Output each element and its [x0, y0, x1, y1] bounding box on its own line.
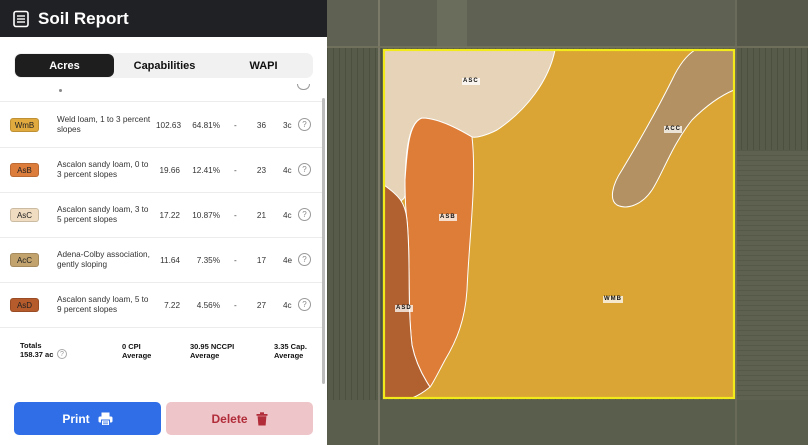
document-icon [13, 10, 29, 27]
totals-cpi-sub: Average [122, 350, 152, 360]
soil-acres: 17.22 [159, 211, 181, 220]
trash-icon [256, 411, 268, 425]
soil-capability: 4c [283, 166, 292, 175]
page-title: Soil Report [38, 8, 129, 28]
tab-bar: Acres Capabilities WAPI [14, 53, 313, 78]
soil-code-badge: AsC [10, 208, 39, 222]
soil-code-badge: AsB [10, 163, 39, 177]
soil-cpi: - [234, 166, 237, 175]
map-canvas [327, 0, 808, 445]
soil-percent: 10.87% [192, 211, 220, 220]
soil-cpi: - [234, 301, 237, 310]
soil-nccpi: 36 [256, 121, 266, 130]
delete-button-label: Delete [211, 411, 248, 426]
printer-icon [98, 412, 113, 426]
map-label-acc: ACC [664, 126, 682, 133]
soil-percent: 4.56% [196, 301, 220, 310]
map-label-asd: ASD [395, 305, 413, 312]
print-button-label: Print [62, 411, 90, 426]
tab-capabilities[interactable]: Capabilities [115, 53, 214, 78]
soil-acres: 11.64 [160, 256, 180, 265]
soil-capability: 3c [283, 121, 292, 130]
partial-text [59, 89, 62, 92]
soil-code-badge: WmB [10, 118, 39, 132]
map-label-asc: ASC [462, 78, 480, 85]
soil-percent: 7.35% [196, 256, 220, 265]
soil-description: Ascalon sandy loam, 0 to 3 percent slope… [57, 160, 149, 179]
soil-description: Ascalon sandy loam, 3 to 5 percent slope… [57, 205, 149, 224]
soil-list: WmB Weld loam, 1 to 3 percent slopes 102… [0, 84, 322, 334]
soil-capability: 4c [283, 211, 292, 220]
soil-acres: 19.66 [159, 166, 181, 175]
help-icon[interactable]: ? [298, 163, 311, 176]
delete-button[interactable]: Delete [166, 402, 313, 435]
print-button[interactable]: Print [14, 402, 161, 435]
totals-row: Totals 158.37 ac ? 0 CPI Average 30.95 N… [0, 335, 322, 370]
soil-acres: 7.22 [164, 301, 180, 310]
help-icon[interactable]: ? [298, 118, 311, 131]
soil-description: Adena-Colby association, gently sloping [57, 250, 150, 269]
soil-capability: 4c [283, 301, 292, 310]
totals-label: Totals [20, 341, 42, 350]
help-icon[interactable]: ? [298, 208, 311, 221]
tab-acres[interactable]: Acres [15, 54, 114, 77]
soil-description: Weld loam, 1 to 3 percent slopes [57, 115, 151, 134]
help-icon[interactable]: ? [298, 298, 311, 311]
totals-nccpi-sub: Average [190, 350, 220, 360]
soil-nccpi: 27 [256, 301, 266, 310]
totals-nccpi: 30.95 NCCPI Average [190, 342, 234, 360]
list-item-partial [0, 84, 322, 102]
help-icon[interactable] [297, 84, 310, 90]
field-patch [737, 0, 808, 48]
map-label-wmb: WMB [603, 296, 623, 303]
totals-capability: 3.35 Cap. Average [274, 342, 307, 360]
soil-code-badge: AcC [10, 253, 39, 267]
list-item: AsD Ascalon sandy loam, 5 to 9 percent s… [0, 283, 322, 328]
soil-nccpi: 21 [256, 211, 266, 220]
soil-code-badge: AsD [10, 298, 39, 312]
totals-cpi: 0 CPI Average [122, 342, 152, 360]
soil-percent: 64.81% [192, 121, 220, 130]
scrollbar[interactable] [322, 98, 325, 384]
soil-report-panel: Soil Report Acres Capabilities WAPI WmB … [0, 0, 327, 445]
list-item: WmB Weld loam, 1 to 3 percent slopes 102… [0, 103, 322, 148]
tab-wapi[interactable]: WAPI [214, 53, 313, 78]
list-item: AsB Ascalon sandy loam, 0 to 3 percent s… [0, 148, 322, 193]
soil-cpi: - [234, 121, 237, 130]
list-item: AsC Ascalon sandy loam, 3 to 5 percent s… [0, 193, 322, 238]
soil-percent: 12.41% [192, 166, 220, 175]
soil-nccpi: 23 [256, 166, 266, 175]
help-icon[interactable]: ? [57, 349, 67, 359]
satellite-map[interactable]: ASC ACC ASB ASD WMB [327, 0, 808, 445]
soil-capability: 4e [283, 256, 293, 265]
totals-acres: 158.37 ac [20, 350, 54, 359]
soil-description: Ascalon sandy loam, 5 to 9 percent slope… [57, 295, 149, 314]
field-patch [437, 0, 467, 48]
east-field [737, 150, 808, 400]
help-icon[interactable]: ? [298, 253, 311, 266]
map-label-asb: ASB [439, 214, 457, 221]
totals-cap-sub: Average [274, 350, 304, 360]
soil-nccpi: 17 [256, 256, 266, 265]
panel-header: Soil Report [0, 0, 327, 37]
soil-acres: 102.63 [156, 121, 182, 130]
soil-report-app: Soil Report Acres Capabilities WAPI WmB … [0, 0, 808, 445]
list-item: AcC Adena-Colby association, gently slop… [0, 238, 322, 283]
soil-cpi: - [234, 256, 237, 265]
soil-cpi: - [234, 211, 237, 220]
